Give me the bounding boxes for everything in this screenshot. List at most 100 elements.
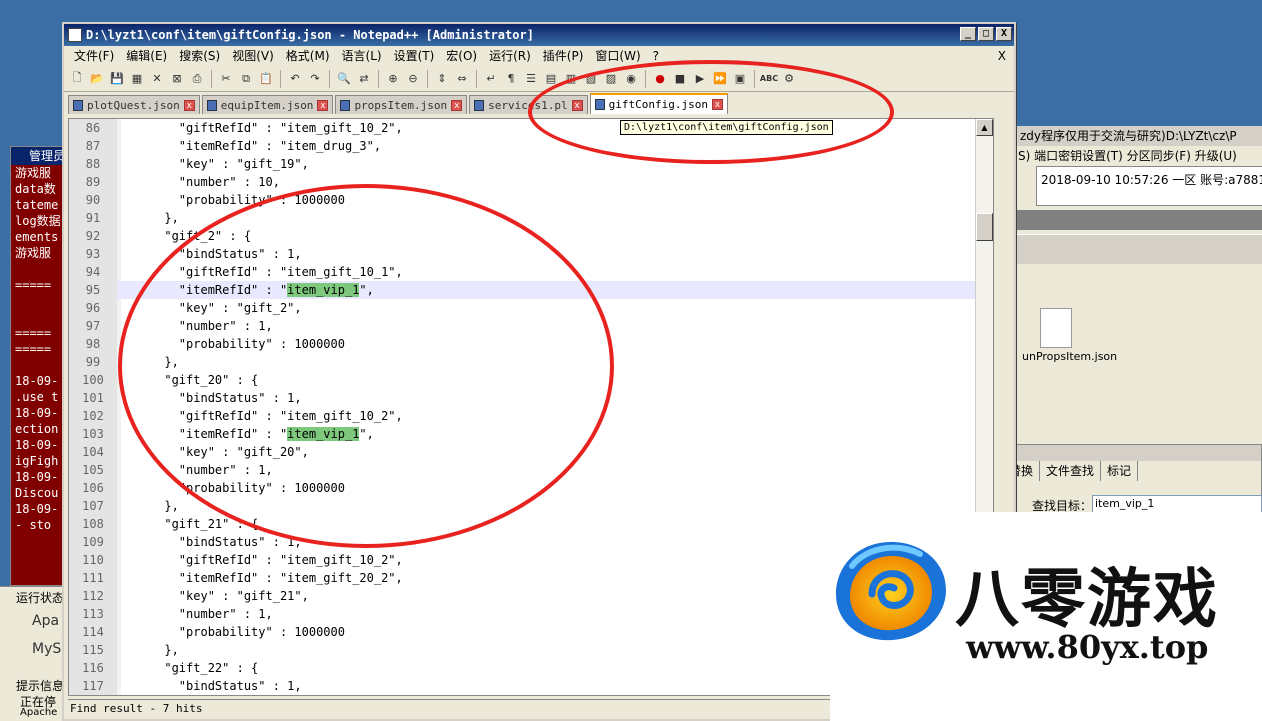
console-line: tateme [15, 198, 59, 212]
tab-plotquest[interactable]: plotQuest.json x [68, 95, 200, 114]
menu-macro[interactable]: 宏(O) [440, 46, 483, 66]
close-button[interactable]: X [996, 27, 1012, 41]
plugin-icon[interactable]: ⚙ [780, 70, 798, 88]
code-segment: "itemRefId" : " [121, 283, 288, 297]
menu-plugins[interactable]: 插件(P) [537, 46, 590, 66]
tab-close-icon[interactable]: x [317, 99, 329, 111]
zoom-out-icon[interactable]: ⊖ [404, 70, 422, 88]
code-line[interactable]: 90 "probability" : 1000000 [69, 191, 993, 209]
new-file-icon[interactable]: 🗋 [68, 70, 86, 88]
tab-giftconfig[interactable]: giftConfig.json x [589, 93, 728, 114]
print-icon[interactable]: ⎙ [188, 70, 206, 88]
code-text: "gift_21" : { [117, 515, 258, 533]
copy-icon[interactable]: ⧉ [237, 70, 255, 88]
code-segment: "itemRefId" : "item_gift_20_2", [121, 571, 403, 585]
record-macro-icon[interactable]: ● [651, 70, 669, 88]
code-line[interactable]: 88 "key" : "gift_19", [69, 155, 993, 173]
tab-close-icon[interactable]: x [711, 99, 723, 110]
mysql-button[interactable]: MyS [32, 641, 61, 657]
menu-file[interactable]: 文件(F) [68, 46, 120, 66]
code-line[interactable]: 91 }, [69, 209, 993, 227]
menu-help[interactable]: ? [647, 46, 665, 66]
watermark-brand: 八零游戏 [955, 563, 1219, 637]
find-icon[interactable]: 🔍 [335, 70, 353, 88]
function-list-icon[interactable]: ▧ [582, 70, 600, 88]
code-line[interactable]: 96 "key" : "gift_2", [69, 299, 993, 317]
tab-propsitem[interactable]: propsItem.json x [335, 95, 468, 114]
spellcheck-icon[interactable]: ABC [760, 70, 778, 88]
code-line[interactable]: 100 "gift_20" : { [69, 371, 993, 389]
code-line[interactable]: 89 "number" : 10, [69, 173, 993, 191]
server-tool-menu[interactable]: S) 端口密钥设置(T) 分区同步(F) 升级(U) [1016, 146, 1262, 166]
close-file-icon[interactable]: ✕ [148, 70, 166, 88]
save-all-icon[interactable]: ▦ [128, 70, 146, 88]
line-number: 101 [69, 389, 117, 407]
indent-guide-icon[interactable]: ☰ [522, 70, 540, 88]
folder-workspace-icon[interactable]: ▨ [602, 70, 620, 88]
menu-format[interactable]: 格式(M) [280, 46, 336, 66]
find-tab-mark[interactable]: 标记 [1101, 461, 1139, 481]
find-tab-find-in-files[interactable]: 文件查找 [1040, 461, 1102, 481]
open-file-icon[interactable]: 📂 [88, 70, 106, 88]
menu-view[interactable]: 视图(V) [226, 46, 280, 66]
code-line[interactable]: 95 "itemRefId" : "item_vip_1", [69, 281, 993, 299]
zoom-in-icon[interactable]: ⊕ [384, 70, 402, 88]
code-line[interactable]: 101 "bindStatus" : 1, [69, 389, 993, 407]
menu-settings[interactable]: 设置(T) [388, 46, 441, 66]
scroll-thumb[interactable] [976, 213, 993, 241]
menu-run[interactable]: 运行(R) [483, 46, 537, 66]
redo-icon[interactable]: ↷ [306, 70, 324, 88]
menu-edit[interactable]: 编辑(E) [120, 46, 173, 66]
line-number: 113 [69, 605, 117, 623]
undo-icon[interactable]: ↶ [286, 70, 304, 88]
code-line[interactable]: 103 "itemRefId" : "item_vip_1", [69, 425, 993, 443]
scroll-up-icon[interactable]: ▲ [976, 119, 993, 136]
tab-close-icon[interactable]: x [183, 99, 195, 111]
save-macro-icon[interactable]: ▣ [731, 70, 749, 88]
code-line[interactable]: 104 "key" : "gift_20", [69, 443, 993, 461]
code-line[interactable]: 86 "giftRefId" : "item_gift_10_2", [69, 119, 993, 137]
menu-window[interactable]: 窗口(W) [589, 46, 646, 66]
stop-macro-icon[interactable]: ■ [671, 70, 689, 88]
monitoring-icon[interactable]: ◉ [622, 70, 640, 88]
sync-vertical-icon[interactable]: ⇕ [433, 70, 451, 88]
udl-icon[interactable]: ▤ [542, 70, 560, 88]
save-icon[interactable]: 💾 [108, 70, 126, 88]
run-macro-multiple-icon[interactable]: ⏩ [711, 70, 729, 88]
console-line: ection [15, 422, 59, 436]
tab-close-icon[interactable]: x [571, 99, 583, 111]
play-macro-icon[interactable]: ▶ [691, 70, 709, 88]
tab-equipitem[interactable]: equipItem.json x [201, 95, 334, 114]
apache-button[interactable]: Apa [32, 613, 59, 629]
console-window: 管理员 游戏服 data数 tateme log数据 ements 游戏服 ===== =… [10, 146, 70, 586]
find-target-input[interactable]: item_vip_1 [1092, 495, 1262, 513]
code-line[interactable]: 93 "bindStatus" : 1, [69, 245, 993, 263]
document-close-button[interactable]: X [998, 46, 1006, 66]
code-line[interactable]: 106 "probability" : 1000000 [69, 479, 993, 497]
show-all-chars-icon[interactable]: ¶ [502, 70, 520, 88]
code-line[interactable]: 102 "giftRefId" : "item_gift_10_2", [69, 407, 993, 425]
menu-search[interactable]: 搜索(S) [173, 46, 226, 66]
sync-horizontal-icon[interactable]: ⇔ [453, 70, 471, 88]
tab-services1[interactable]: services1.pl x [469, 95, 588, 114]
json-file-icon[interactable] [1040, 308, 1072, 348]
code-text: }, [117, 353, 178, 371]
code-line[interactable]: 92 "gift_2" : { [69, 227, 993, 245]
tab-close-icon[interactable]: x [451, 99, 463, 111]
maximize-button[interactable]: □ [978, 27, 994, 41]
cut-icon[interactable]: ✂ [217, 70, 235, 88]
code-line[interactable]: 105 "number" : 1, [69, 461, 993, 479]
code-line[interactable]: 87 "itemRefId" : "item_drug_3", [69, 137, 993, 155]
doc-map-icon[interactable]: ▥ [562, 70, 580, 88]
menu-language[interactable]: 语言(L) [336, 46, 388, 66]
close-all-icon[interactable]: ⊠ [168, 70, 186, 88]
line-number: 117 [69, 677, 117, 695]
paste-icon[interactable]: 📋 [257, 70, 275, 88]
code-line[interactable]: 98 "probability" : 1000000 [69, 335, 993, 353]
code-line[interactable]: 97 "number" : 1, [69, 317, 993, 335]
replace-icon[interactable]: ⇄ [355, 70, 373, 88]
minimize-button[interactable]: _ [960, 27, 976, 41]
code-line[interactable]: 94 "giftRefId" : "item_gift_10_1", [69, 263, 993, 281]
code-line[interactable]: 99 }, [69, 353, 993, 371]
word-wrap-icon[interactable]: ↵ [482, 70, 500, 88]
